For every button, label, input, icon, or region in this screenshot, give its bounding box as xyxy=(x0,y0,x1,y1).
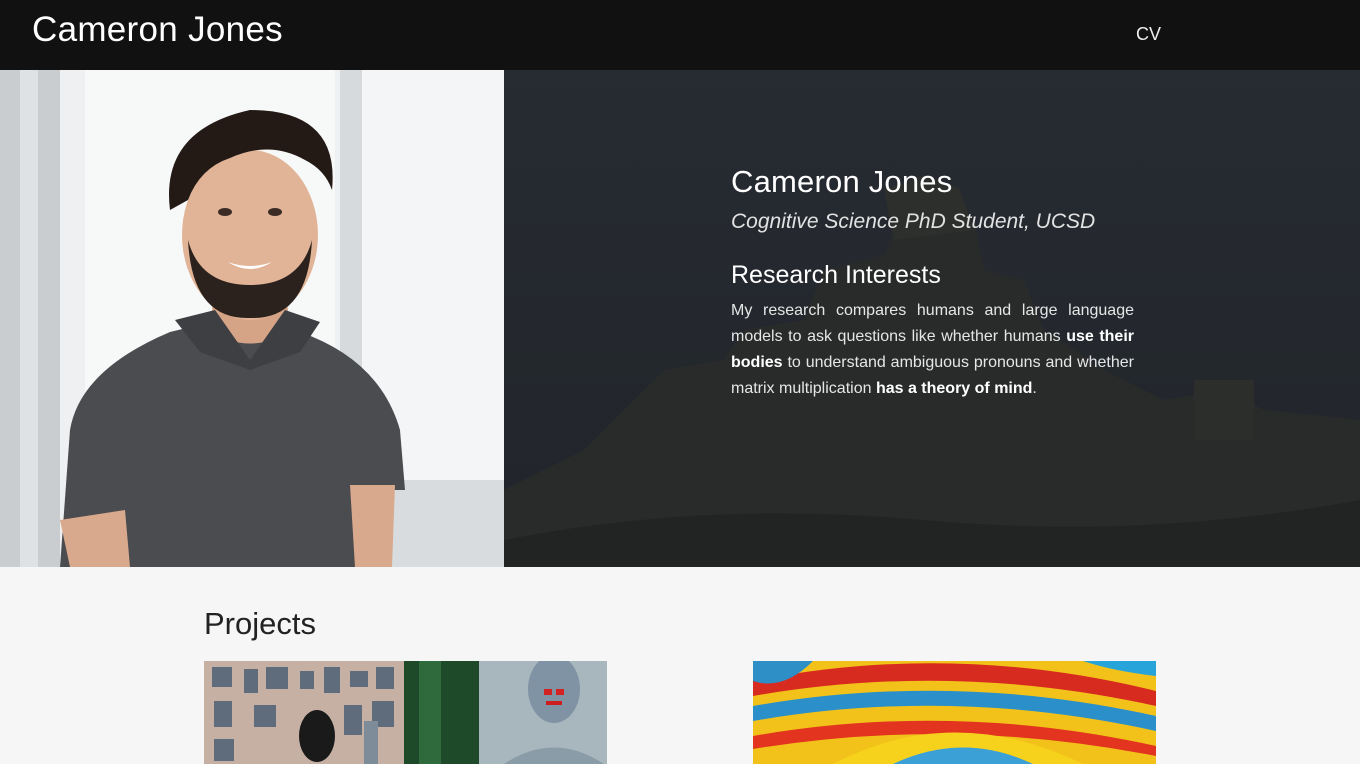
research-interests-paragraph: My research compares humans and large la… xyxy=(731,298,1134,402)
hero-intro: Cameron Jones Cognitive Science PhD Stud… xyxy=(731,164,1134,402)
hero-name: Cameron Jones xyxy=(731,164,953,199)
top-nav: Cameron Jones CV xyxy=(0,0,1360,70)
project-card-image[interactable] xyxy=(204,661,607,764)
projects-heading: Projects xyxy=(204,606,316,641)
profile-photo xyxy=(0,70,504,567)
hero-subtitle: Cognitive Science PhD Student, UCSD xyxy=(731,210,1096,233)
research-interests-heading: Research Interests xyxy=(731,261,941,289)
paragraph-text: . xyxy=(1032,380,1037,397)
paragraph-emphasis: has a theory of mind xyxy=(875,380,1033,397)
site-title-link[interactable]: Cameron Jones xyxy=(32,10,283,50)
nav-cv-link[interactable]: CV xyxy=(1136,24,1161,45)
hero-section: Cameron Jones Cognitive Science PhD Stud… xyxy=(0,70,1360,567)
project-card-image[interactable] xyxy=(753,661,1156,764)
